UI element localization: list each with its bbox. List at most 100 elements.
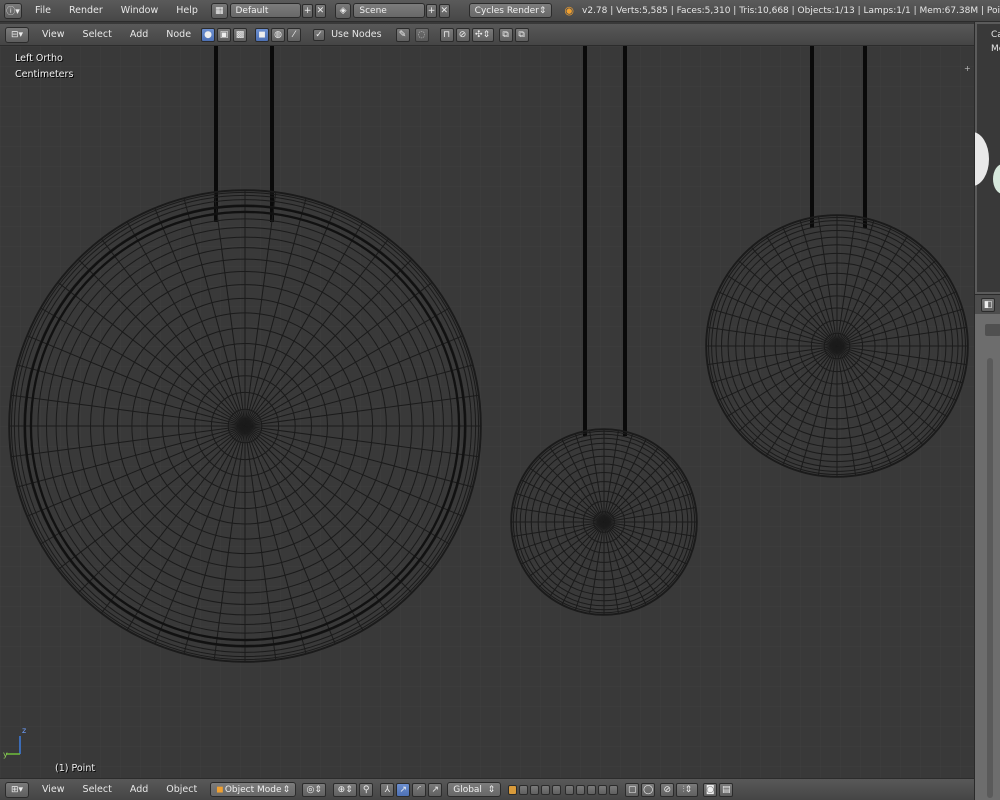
menu-select-3d[interactable]: Select	[74, 784, 121, 795]
transform-orientation-select[interactable]: Global ⇕	[447, 782, 502, 797]
view3d-header: ⊞▾ View Select Add Object ◼ Object Mode …	[0, 778, 974, 800]
corner-plus-icon[interactable]: +	[964, 64, 971, 73]
magnet-icon: ⊘	[663, 784, 671, 795]
pin-button[interactable]: ✎	[395, 27, 410, 42]
scene-browse-button[interactable]: ◈	[334, 2, 352, 19]
menu-window[interactable]: Window	[112, 5, 167, 16]
properties-editor-button[interactable]: ◧	[981, 298, 995, 312]
properties-icon: ◧	[983, 300, 993, 310]
render-engine-value: Cycles Render	[474, 5, 539, 16]
info-header: ⓘ▾ File Render Window Help ▦ Default + ✕…	[0, 0, 1000, 22]
node-editor-icon: ⊟▾	[10, 29, 24, 40]
move-manipulator[interactable]: ↗	[396, 782, 411, 797]
lock-layers-button[interactable]: ▢	[625, 782, 640, 797]
proportional-edit-button[interactable]: ◯	[641, 782, 656, 797]
layout-browse-button[interactable]: ▦	[210, 2, 228, 19]
preview-sphere-green	[993, 164, 1000, 194]
menu-select[interactable]: Select	[74, 29, 121, 40]
backdrop-icon: ◌	[417, 29, 426, 40]
info-editor-type-button[interactable]: ⓘ▾	[4, 2, 23, 19]
active-object-label: (1) Point	[55, 763, 96, 774]
layer-button[interactable]	[587, 784, 597, 795]
viewport-shading-select[interactable]: ◎⇕	[302, 782, 327, 797]
layer-button[interactable]	[508, 784, 518, 795]
opengl-render-button[interactable]: ◙	[703, 782, 718, 797]
view-name-label: Left Ortho	[15, 53, 63, 64]
viewport-3d[interactable]: Left Ortho Centimeters (1) Point z y +	[0, 46, 974, 778]
blender-logo-icon: ◉	[564, 4, 575, 17]
menu-object[interactable]: Object	[157, 784, 206, 795]
add-scene-button[interactable]: +	[426, 3, 437, 18]
menu-add[interactable]: Add	[121, 29, 157, 40]
menu-node[interactable]: Node	[157, 29, 200, 40]
close-icon: ✕	[316, 5, 325, 16]
snap-button[interactable]: ⊘	[660, 782, 675, 797]
plus-icon: +	[427, 5, 436, 16]
snap-element-select[interactable]: ⫶⇕	[676, 782, 699, 797]
scale-manipulator[interactable]: ↗	[428, 782, 443, 797]
texture-icon: ▣	[219, 29, 229, 40]
camera-icon: ◙	[705, 784, 715, 795]
layer-button[interactable]	[541, 784, 551, 795]
properties-editor: Ca Me ◧	[974, 22, 1000, 800]
layer-button[interactable]	[530, 784, 540, 795]
layout-name-field[interactable]: Default	[229, 3, 302, 18]
layer-button[interactable]	[519, 784, 529, 795]
snap-toggle-button[interactable]: ⊓	[439, 27, 454, 42]
render-engine-select[interactable]: Cycles Render ⇕	[468, 3, 553, 18]
pivot-point-select[interactable]: ⊕⇕	[333, 782, 358, 797]
add-layout-button[interactable]: +	[302, 3, 314, 18]
texture-type-button[interactable]: ▣	[217, 27, 232, 42]
remove-layout-button[interactable]: ✕	[315, 3, 326, 18]
axis-y-label: y	[3, 750, 8, 759]
rotate-icon: ◜	[417, 784, 421, 795]
menu-add-3d[interactable]: Add	[121, 784, 157, 795]
use-nodes-checkbox[interactable]: ✓	[313, 28, 326, 41]
view3d-editor-type-button[interactable]: ⊞▾	[5, 781, 29, 798]
copy-icon: ⧉	[502, 29, 509, 40]
view3d-icon: ⊞▾	[10, 784, 24, 795]
scene-icon: ◈	[339, 5, 347, 16]
copy-nodes-button[interactable]: ⧉	[498, 27, 513, 42]
brush-icon: ⁄	[293, 29, 295, 40]
wireframe-scene	[0, 46, 974, 778]
layer-button[interactable]	[609, 784, 619, 795]
use-nodes-label: Use Nodes	[331, 29, 382, 40]
menu-view-3d[interactable]: View	[33, 784, 74, 795]
layout-name: Default	[235, 5, 269, 16]
pin-icon: ✎	[398, 29, 407, 40]
properties-tab-icon[interactable]	[985, 324, 1000, 336]
manipulator-toggle[interactable]: ⚲	[359, 782, 374, 797]
scene-name-field[interactable]: Scene	[353, 3, 426, 18]
layer-button[interactable]	[576, 784, 586, 795]
snap-element-button[interactable]: ⊘	[455, 27, 470, 42]
menu-render[interactable]: Render	[60, 5, 112, 16]
layer-button[interactable]	[565, 784, 575, 795]
menu-file[interactable]: File	[26, 5, 60, 16]
world-shader-button[interactable]: ◍	[271, 27, 286, 42]
rotate-manipulator[interactable]: ◜	[412, 782, 427, 797]
remove-scene-button[interactable]: ✕	[438, 3, 450, 18]
backdrop-button[interactable]: ◌	[414, 27, 429, 42]
plus-icon: +	[303, 5, 312, 16]
editor-header: ⊟▾ View Select Add Node ● ▣ ▩ ◼ ◍ ⁄ ✓ Us…	[0, 24, 974, 46]
translate-manipulator[interactable]: ⅄	[380, 782, 395, 797]
object-mode-select[interactable]: ◼ Object Mode ⇕	[210, 782, 297, 797]
compositing-type-button[interactable]: ▩	[233, 27, 248, 42]
menu-view[interactable]: View	[33, 29, 74, 40]
use-nodes-toggle[interactable]: ✓ Use Nodes	[312, 28, 382, 41]
layer-button[interactable]	[552, 784, 562, 795]
scene-stats: v2.78 | Verts:5,585 | Faces:5,310 | Tris…	[582, 5, 1000, 16]
snap-node-select[interactable]: ✣⇕	[471, 27, 494, 42]
properties-scrollbar[interactable]	[987, 358, 993, 798]
shader-type-button[interactable]: ●	[201, 27, 216, 42]
object-shader-button[interactable]: ◼	[255, 27, 270, 42]
menu-help[interactable]: Help	[167, 5, 207, 16]
linestyle-shader-button[interactable]: ⁄	[287, 27, 302, 42]
proportional-icon: ◯	[643, 784, 654, 795]
opengl-anim-button[interactable]: ▤	[719, 782, 734, 797]
editor-type-button[interactable]: ⊟▾	[5, 26, 29, 43]
paste-nodes-button[interactable]: ⧉	[514, 27, 529, 42]
properties-body	[975, 314, 1000, 800]
layer-button[interactable]	[598, 784, 608, 795]
